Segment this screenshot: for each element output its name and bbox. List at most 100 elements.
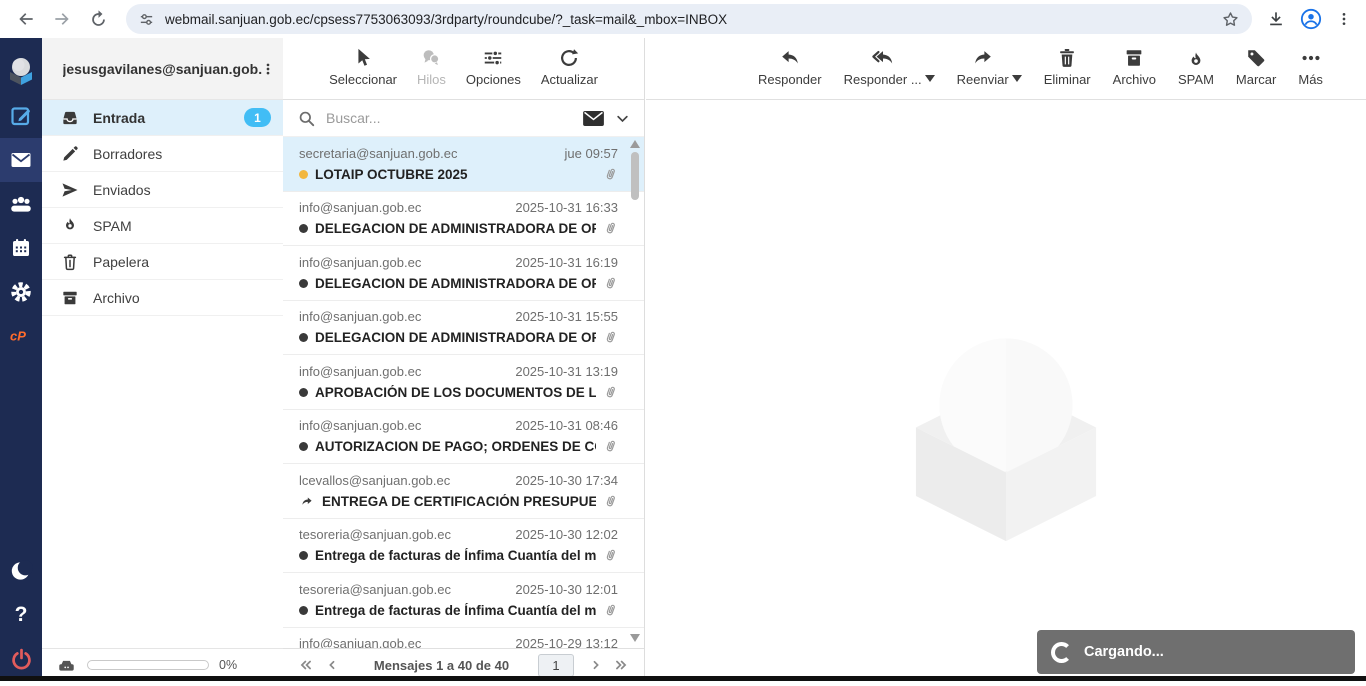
bookmark-star-icon[interactable] <box>1221 10 1240 29</box>
message-date: 2025-10-29 13:12 <box>515 636 618 648</box>
rail-compose-button[interactable] <box>0 94 42 138</box>
threads-button[interactable]: Hilos <box>417 47 446 87</box>
delete-button[interactable]: Eliminar <box>1044 47 1091 87</box>
message-date: 2025-10-31 08:46 <box>515 418 618 433</box>
message-subject: Entrega de facturas de Ínfima Cuantía de… <box>315 603 596 618</box>
message-list: secretaria@sanjuan.gob.ec jue 09:57 LOTA… <box>283 137 644 648</box>
app-rail: cP ? <box>0 38 42 681</box>
refresh-button[interactable]: Actualizar <box>541 47 598 87</box>
webmail-app: cP ? jesusgavilanes@sanjuan <box>0 38 1366 681</box>
folder-item-papelera[interactable]: Papelera <box>42 244 283 280</box>
next-page-icon <box>589 658 602 672</box>
folder-item-entrada[interactable]: Entrada 1 <box>42 100 283 136</box>
message-row[interactable]: info@sanjuan.gob.ec 2025-10-31 16:33 DEL… <box>283 192 644 247</box>
message-sender: info@sanjuan.gob.ec <box>299 200 421 215</box>
message-sender: info@sanjuan.gob.ec <box>299 418 421 433</box>
mark-button[interactable]: Marcar <box>1236 47 1276 87</box>
forward-caret-icon[interactable] <box>1012 75 1022 82</box>
compose-icon <box>9 104 33 128</box>
search-options-chevron-icon[interactable] <box>615 111 630 126</box>
spinner-icon <box>1051 642 1072 663</box>
scrollbar-thumb[interactable] <box>631 152 639 200</box>
message-row[interactable]: info@sanjuan.gob.ec 2025-10-31 16:19 DEL… <box>283 246 644 301</box>
spam-button[interactable]: SPAM <box>1178 47 1214 87</box>
reply-all-icon <box>870 47 896 69</box>
message-date: 2025-10-31 13:19 <box>515 364 618 379</box>
message-row[interactable]: tesoreria@sanjuan.gob.ec 2025-10-30 12:0… <box>283 519 644 574</box>
forward-button[interactable]: Reenviar <box>957 47 1009 87</box>
message-date: 2025-10-30 12:02 <box>515 527 618 542</box>
folder-label: Borradores <box>93 146 162 162</box>
message-row[interactable]: info@sanjuan.gob.ec 2025-10-31 13:19 APR… <box>283 355 644 410</box>
unread-dot-icon[interactable] <box>299 279 308 288</box>
select-button[interactable]: Seleccionar <box>329 47 397 87</box>
folder-item-archivo[interactable]: Archivo <box>42 280 283 316</box>
help-icon: ? <box>15 603 28 627</box>
message-row[interactable]: tesoreria@sanjuan.gob.ec 2025-10-30 12:0… <box>283 573 644 628</box>
delete-label: Eliminar <box>1044 72 1091 87</box>
folder-item-enviados[interactable]: Enviados <box>42 172 283 208</box>
message-row[interactable]: info@sanjuan.gob.ec 2025-10-31 15:55 DEL… <box>283 301 644 356</box>
rail-cpanel-button[interactable]: cP <box>0 314 42 358</box>
reply-button[interactable]: Responder <box>758 47 822 87</box>
attachment-icon <box>603 329 618 346</box>
send-icon <box>60 180 80 200</box>
message-row[interactable]: info@sanjuan.gob.ec 2025-10-31 08:46 AUT… <box>283 410 644 465</box>
folder-item-borradores[interactable]: Borradores <box>42 136 283 172</box>
page-number-input[interactable]: 1 <box>538 654 574 677</box>
back-arrow-icon <box>16 9 36 29</box>
account-header: jesusgavilanes@sanjuan.gob.... <box>42 38 283 100</box>
url-text[interactable]: webmail.sanjuan.gob.ec/cpsess7753063093/… <box>165 12 1221 27</box>
prev-page-icon <box>326 658 339 672</box>
profile-icon[interactable] <box>1300 8 1322 30</box>
last-page-button[interactable] <box>608 653 634 677</box>
download-icon[interactable] <box>1266 9 1286 29</box>
rail-dark-mode-button[interactable] <box>0 549 42 593</box>
first-page-button[interactable] <box>293 653 319 677</box>
search-scope-mail-icon[interactable] <box>582 110 605 127</box>
more-button[interactable]: Más <box>1298 47 1323 87</box>
prev-page-button[interactable] <box>319 653 345 677</box>
reply-all-button[interactable]: Responder ... <box>844 47 922 87</box>
site-settings-icon[interactable] <box>138 11 155 28</box>
search-input[interactable] <box>326 110 572 126</box>
disk-icon <box>56 657 77 674</box>
options-button[interactable]: Opciones <box>466 47 521 87</box>
rail-calendar-button[interactable] <box>0 226 42 270</box>
folder-label: Enviados <box>93 182 151 198</box>
unread-dot-icon[interactable] <box>299 170 308 179</box>
list-scrollbar[interactable] <box>628 138 642 646</box>
reply-all-caret-icon[interactable] <box>925 75 935 82</box>
rail-help-button[interactable]: ? <box>0 593 42 637</box>
url-bar[interactable]: webmail.sanjuan.gob.ec/cpsess7753063093/… <box>126 4 1252 34</box>
browser-menu-icon[interactable] <box>1336 10 1352 28</box>
rail-settings-button[interactable] <box>0 270 42 314</box>
unread-dot-icon[interactable] <box>299 388 308 397</box>
folder-item-spam[interactable]: SPAM <box>42 208 283 244</box>
browser-back-button[interactable] <box>10 3 42 35</box>
archive-button[interactable]: Archivo <box>1113 47 1156 87</box>
browser-reload-button[interactable] <box>82 3 114 35</box>
forwarded-icon <box>299 495 315 508</box>
unread-dot-icon[interactable] <box>299 224 308 233</box>
unread-dot-icon[interactable] <box>299 606 308 615</box>
account-menu-button[interactable] <box>261 60 275 78</box>
fire-icon <box>60 216 80 236</box>
message-subject: LOTAIP OCTUBRE 2025 <box>315 167 596 182</box>
scroll-down-icon[interactable] <box>630 634 640 642</box>
rail-mail-button[interactable] <box>0 138 42 182</box>
unread-dot-icon[interactable] <box>299 442 308 451</box>
rail-contacts-button[interactable] <box>0 182 42 226</box>
next-page-button[interactable] <box>582 653 608 677</box>
message-row[interactable]: secretaria@sanjuan.gob.ec jue 09:57 LOTA… <box>283 137 644 192</box>
message-row[interactable]: info@sanjuan.gob.ec 2025-10-29 13:12 <box>283 628 644 649</box>
message-row[interactable]: lcevallos@sanjuan.gob.ec 2025-10-30 17:3… <box>283 464 644 519</box>
unread-count-badge: 1 <box>244 108 271 127</box>
folder-label: Archivo <box>93 290 140 306</box>
unread-dot-icon[interactable] <box>299 551 308 560</box>
browser-forward-button[interactable] <box>46 3 78 35</box>
rail-logout-button[interactable] <box>0 637 42 681</box>
scroll-up-icon[interactable] <box>630 140 640 148</box>
unread-dot-icon[interactable] <box>299 333 308 342</box>
attachment-icon <box>603 166 618 183</box>
